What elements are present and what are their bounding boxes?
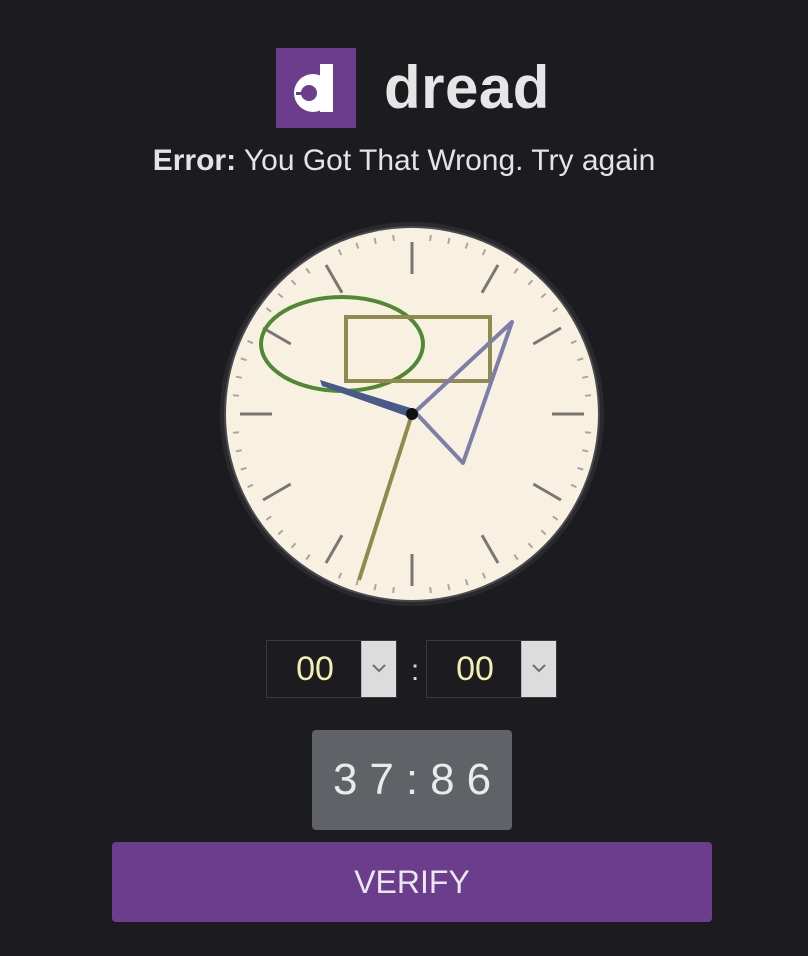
minute-select[interactable]: 00: [426, 640, 557, 698]
minute-tick: [584, 394, 592, 397]
captcha-clock: [218, 220, 606, 608]
hour-select-value: 00: [296, 650, 334, 688]
error-message: Error: You Got That Wrong. Try again: [0, 144, 808, 178]
clock-center: [406, 408, 418, 420]
minute-tick: [373, 237, 377, 245]
minute-tick: [392, 234, 395, 242]
minute-select-value: 00: [456, 650, 494, 688]
minute-dropdown-button[interactable]: [521, 641, 556, 697]
brand-name: dread: [384, 54, 550, 121]
clock-face-graphic: [220, 222, 604, 606]
minute-tick: [447, 583, 451, 591]
time-selector: 00 : 00: [266, 640, 558, 700]
minute-tick: [581, 449, 589, 453]
hour-dropdown-button[interactable]: [361, 641, 396, 697]
verify-button[interactable]: VERIFY: [112, 842, 712, 922]
time-separator: :: [410, 654, 420, 687]
dread-logo: [276, 48, 356, 128]
chevron-down-icon: [532, 664, 546, 673]
hour-select[interactable]: 00: [266, 640, 397, 698]
minute-tick: [584, 431, 592, 434]
minute-tick: [373, 583, 377, 591]
chevron-down-icon: [372, 664, 386, 673]
captcha-code: 37:86: [312, 730, 512, 830]
minute-tick: [581, 375, 589, 379]
error-text: You Got That Wrong. Try again: [243, 144, 656, 177]
minute-tick: [232, 431, 240, 434]
error-label: Error:: [152, 144, 237, 177]
captcha-page: dread Error: You Got That Wrong. Try aga…: [0, 0, 808, 956]
minute-tick: [429, 586, 432, 594]
minute-tick: [232, 394, 240, 397]
logo-d-icon: [294, 64, 333, 112]
minute-tick: [447, 237, 451, 245]
minute-tick: [235, 449, 243, 453]
minute-tick: [429, 234, 432, 242]
minute-tick: [235, 375, 243, 379]
minute-tick: [392, 586, 395, 594]
